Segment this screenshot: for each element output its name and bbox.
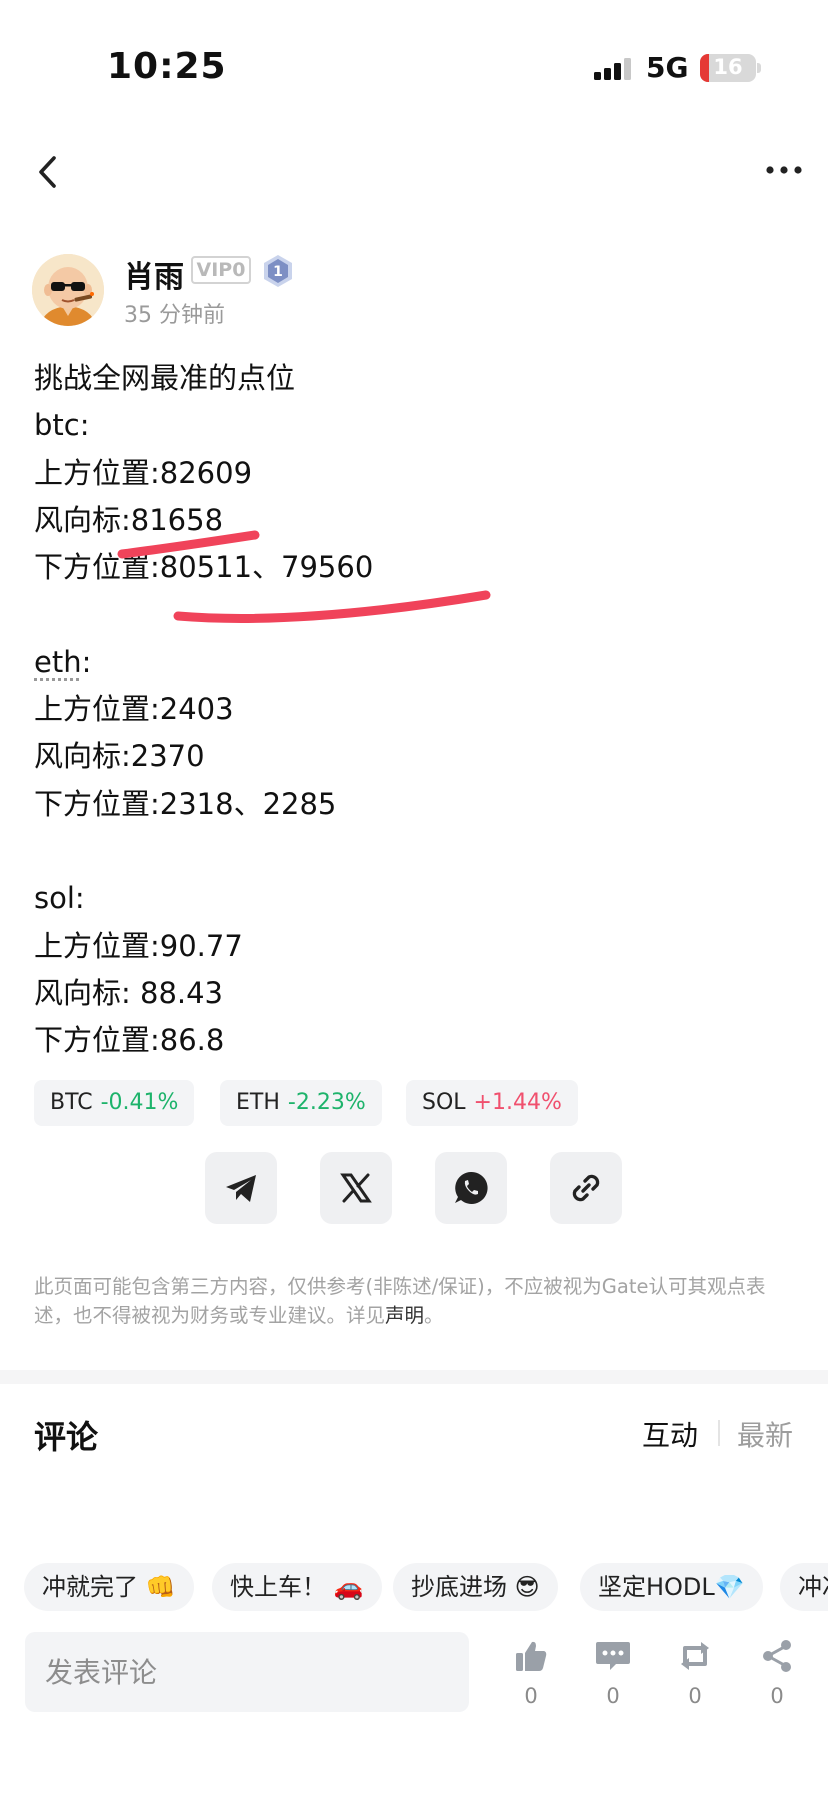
share-count: 0 (770, 1684, 784, 1708)
btc-lower: 下方位置:80511、79560 (34, 550, 374, 585)
post-time: 35 分钟前 (124, 303, 225, 328)
eth-token-link[interactable]: eth (34, 645, 82, 679)
network-type: 5G (646, 51, 689, 84)
ticker-change: -0.41% (100, 1090, 179, 1115)
tab-separator (718, 1420, 720, 1446)
btc-label: btc: (34, 408, 90, 443)
tab-interactive[interactable]: 互动 (642, 1414, 698, 1454)
vip-badge: VIP0 (191, 256, 251, 284)
eth-colon: : (81, 644, 92, 679)
post-title: 挑战全网最准的点位 (34, 361, 296, 395)
share-x-button[interactable] (320, 1152, 392, 1224)
ticker-btc[interactable]: BTC -0.41% (34, 1080, 195, 1126)
sol-lower: 下方位置:86.8 (34, 1023, 225, 1058)
section-divider (0, 1370, 828, 1384)
btc-upper: 上方位置:82609 (34, 455, 253, 490)
eth-lower: 下方位置:2318、2285 (34, 786, 337, 821)
comment-button[interactable]: 0 (583, 1638, 643, 1708)
avatar[interactable] (32, 254, 104, 326)
disclaimer-link[interactable]: 声明 (385, 1304, 424, 1327)
sol-upper: 上方位置:90.77 (34, 928, 243, 963)
comment-input[interactable] (25, 1632, 469, 1712)
quick-reply-chip[interactable]: 抄底进场 😎 (393, 1563, 558, 1611)
sol-vane: 风向标: 88.43 (34, 975, 224, 1010)
ticker-change: -2.23% (287, 1090, 366, 1115)
eth-label: eth: (34, 639, 373, 686)
thumbs-up-icon (516, 1641, 547, 1671)
battery-level: 16 (713, 55, 743, 79)
repost-icon (681, 1642, 709, 1670)
level-number: 1 (273, 264, 283, 280)
disclaimer: 此页面可能包含第三方内容，仅供参考(非陈述/保证)，不应被视为Gate认可其观点… (34, 1272, 794, 1330)
repost-count: 0 (688, 1684, 702, 1708)
like-count: 0 (524, 1684, 538, 1708)
level-badge-icon: 1 (264, 255, 292, 287)
x-icon (340, 1173, 372, 1203)
like-button[interactable]: 0 (501, 1638, 561, 1708)
ticker-symbol: BTC (50, 1090, 93, 1115)
ticker-symbol: ETH (236, 1090, 280, 1115)
ticker-eth[interactable]: ETH -2.23% (220, 1080, 382, 1126)
telegram-icon (226, 1175, 256, 1202)
comment-icon (596, 1642, 630, 1670)
quick-reply-chip[interactable]: 冲冲 (780, 1563, 828, 1611)
whatsapp-icon (455, 1171, 488, 1204)
ticker-change: +1.44% (473, 1090, 562, 1115)
ticker-sol[interactable]: SOL +1.44% (406, 1080, 578, 1126)
more-icon[interactable] (764, 160, 804, 180)
quick-reply-chip[interactable]: 快上车！ 🚗 (212, 1563, 382, 1611)
btc-vane: 风向标:81658 (34, 502, 224, 537)
author-name[interactable]: 肖雨 (124, 252, 184, 296)
battery-tip (757, 63, 761, 73)
share-button[interactable]: 0 (747, 1638, 807, 1708)
battery-icon: 16 (700, 54, 756, 82)
avatar-image (32, 254, 104, 326)
share-link-button[interactable] (550, 1152, 622, 1224)
signal-icon (594, 58, 631, 80)
share-telegram-button[interactable] (205, 1152, 277, 1224)
eth-upper: 上方位置:2403 (34, 692, 234, 727)
ticker-symbol: SOL (422, 1090, 466, 1115)
comments-title: 评论 (34, 1418, 99, 1456)
repost-button[interactable]: 0 (665, 1638, 725, 1708)
link-icon (572, 1174, 600, 1202)
post-content: 挑战全网最准的点位 btc: 上方位置:82609 风向标:81658 下方位置… (34, 355, 373, 1064)
quick-reply-chip[interactable]: 坚定HODL💎 (580, 1563, 763, 1611)
back-arrow-icon[interactable] (32, 152, 68, 192)
eth-vane: 风向标:2370 (34, 739, 205, 774)
sol-label: sol: (34, 881, 85, 916)
status-time: 10:25 (107, 46, 227, 87)
share-whatsapp-button[interactable] (435, 1152, 507, 1224)
quick-reply-chip[interactable]: 冲就完了 👊 (24, 1563, 194, 1611)
share-icon (763, 1640, 791, 1672)
tab-latest[interactable]: 最新 (737, 1414, 793, 1454)
comment-count: 0 (606, 1684, 620, 1708)
disclaimer-end: 。 (424, 1304, 444, 1327)
